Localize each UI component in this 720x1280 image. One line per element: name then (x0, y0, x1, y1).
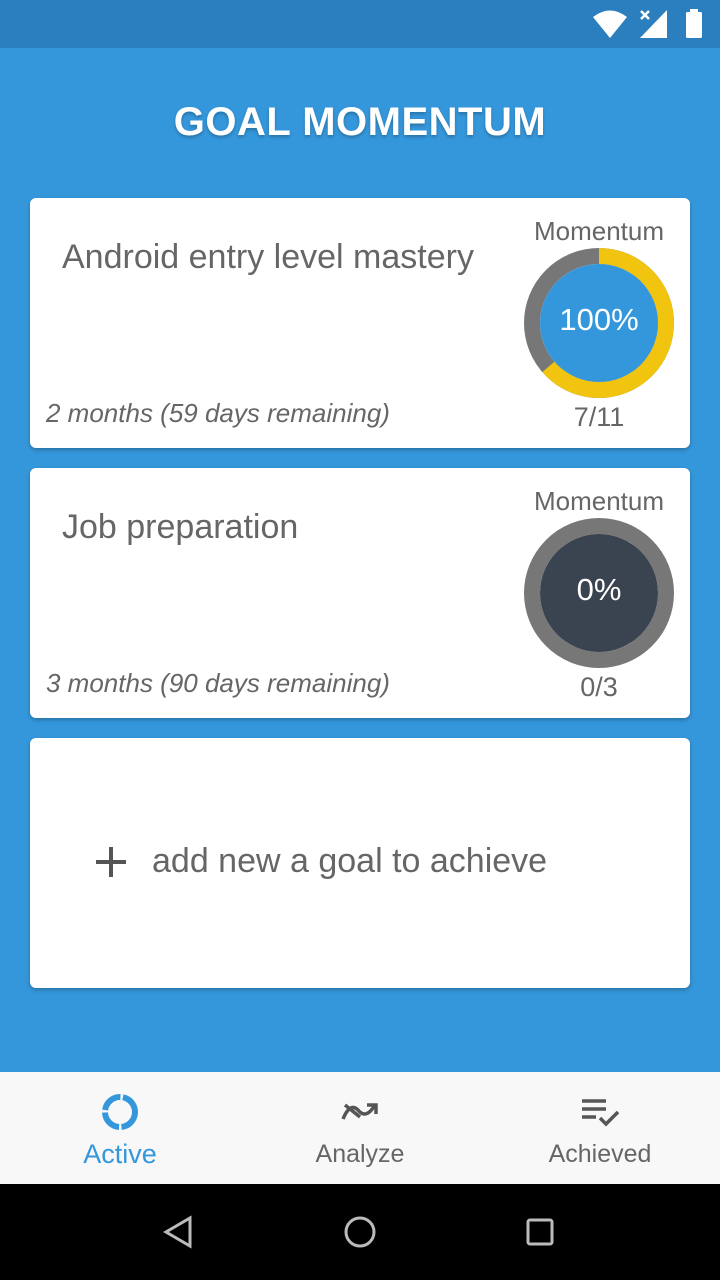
system-navigation-bar (0, 1184, 720, 1280)
momentum-label: Momentum (533, 486, 665, 516)
progress-count: 0/3 (580, 672, 618, 702)
trend-icon (341, 1103, 378, 1120)
momentum-percent: 100% (559, 302, 639, 337)
battery-icon (686, 9, 702, 38)
plus-icon (94, 845, 128, 879)
status-bar (0, 0, 720, 48)
nav-item-analyze[interactable]: Analyze (240, 1072, 480, 1184)
recents-icon[interactable] (520, 1212, 560, 1252)
goal-name: Android entry level mastery (62, 238, 474, 276)
wifi-icon (593, 10, 627, 38)
bottom-navigation: Active Analyze Achieved (0, 1072, 720, 1184)
nav-label: Active (83, 1139, 157, 1169)
add-goal-button[interactable]: add new a goal to achieve (94, 842, 547, 881)
goal-name: Job preparation (62, 508, 299, 546)
goal-duration: 3 months (90 days remaining) (46, 668, 390, 698)
app-title: GOAL MOMENTUM (173, 100, 547, 144)
progress-count: 7/11 (573, 402, 625, 432)
progress-ring-icon (102, 1094, 138, 1130)
home-icon[interactable] (340, 1212, 380, 1252)
back-icon[interactable] (160, 1212, 200, 1252)
add-goal-card[interactable]: add new a goal to achieve (30, 738, 690, 988)
goal-card[interactable]: Job preparation 3 months (90 days remain… (30, 468, 690, 718)
nav-item-achieved[interactable]: Achieved (480, 1072, 720, 1184)
nav-label: Achieved (548, 1140, 652, 1168)
momentum-percent: 0% (576, 572, 622, 607)
goal-duration: 2 months (59 days remaining) (46, 398, 390, 428)
checklist-icon (582, 1099, 620, 1127)
goal-card[interactable]: Android entry level mastery 2 months (59… (30, 198, 690, 448)
add-goal-label: add new a goal to achieve (152, 842, 548, 880)
nav-label: Analyze (315, 1140, 405, 1168)
signal-no-data-icon (640, 10, 667, 38)
nav-item-active[interactable]: Active (0, 1072, 240, 1184)
momentum-label: Momentum (533, 216, 665, 246)
